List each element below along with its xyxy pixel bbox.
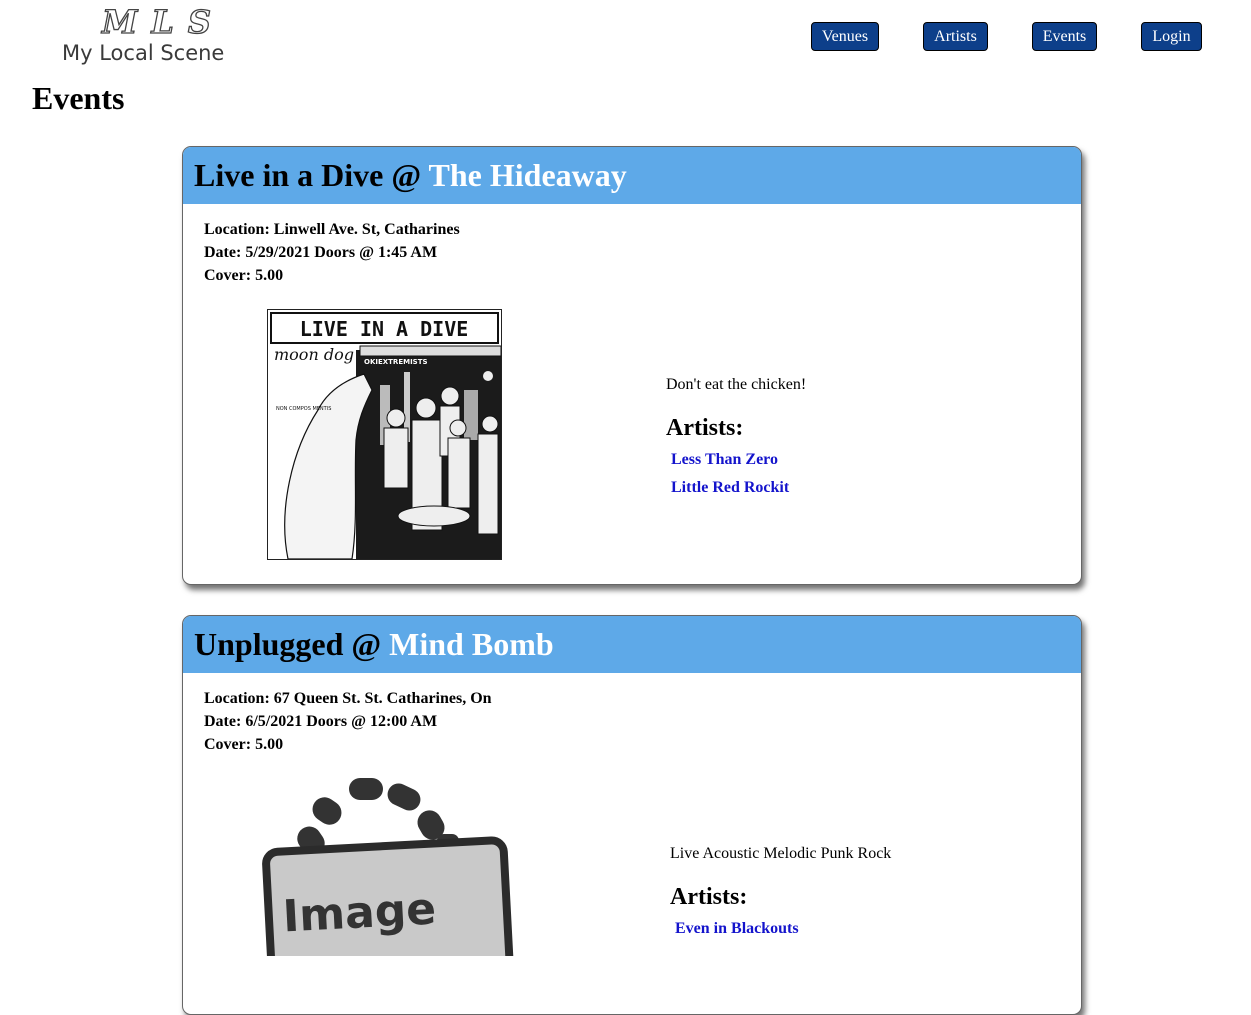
page-title: Events [32, 80, 125, 116]
poster-caption: NON COMPOS MENTIS [276, 406, 331, 412]
artist-link[interactable]: Even in Blackouts [675, 919, 799, 939]
event-card-header: Unplugged @ Mind Bomb [183, 616, 1081, 673]
artists-heading: Artists: [666, 415, 744, 441]
event-card: Live in a Dive @ The Hideaway Location: … [182, 146, 1082, 585]
event-venue-link[interactable]: The Hideaway [429, 157, 627, 193]
event-name: Live in a Dive [194, 157, 384, 193]
poster-band-b: OKIEXTREMISTS [364, 358, 428, 366]
artists-heading: Artists: [670, 884, 748, 910]
event-info: Location: 67 Queen St. St. Catharines, O… [204, 687, 492, 756]
poster-illustration: LIVE IN A DIVE OKIEXTREMISTS moon dog NO… [270, 312, 502, 560]
logo-text: My Local Scene [62, 41, 225, 65]
event-poster-image: LIVE IN A DIVE OKIEXTREMISTS moon dog NO… [267, 309, 502, 560]
nav-venues-button[interactable]: Venues [811, 22, 879, 51]
event-description: Live Acoustic Melodic Punk Rock [670, 845, 892, 862]
artist-link[interactable]: Little Red Rockit [671, 478, 789, 498]
site-logo[interactable]: MLS My Local Scene [62, 3, 232, 66]
event-venue-link[interactable]: Mind Bomb [389, 626, 553, 662]
poster-band-a: moon dog [274, 345, 354, 364]
artist-link[interactable]: Less Than Zero [671, 450, 778, 470]
event-date: Date: 6/5/2021 Doors @ 12:00 AM [204, 713, 438, 730]
event-cover: Cover: 5.00 [204, 267, 284, 284]
event-card: Unplugged @ Mind Bomb Location: 67 Queen… [182, 615, 1082, 1015]
event-card-header: Live in a Dive @ The Hideaway [183, 147, 1081, 204]
event-title: Unplugged @ Mind Bomb [194, 616, 554, 673]
event-name: Unplugged [194, 626, 344, 662]
event-location: Location: 67 Queen St. St. Catharines, O… [204, 690, 492, 707]
event-location: Location: Linwell Ave. St, Catharines [204, 221, 460, 238]
event-at-sign: @ [351, 626, 382, 662]
poster-title: LIVE IN A DIVE [300, 317, 469, 341]
image-placeholder-icon: Image [259, 776, 519, 996]
nav-events-button[interactable]: Events [1032, 22, 1097, 51]
event-title: Live in a Dive @ The Hideaway [194, 147, 627, 204]
event-at-sign: @ [391, 157, 422, 193]
nav-artists-button[interactable]: Artists [923, 22, 988, 51]
nav-login-button[interactable]: Login [1141, 22, 1202, 51]
placeholder-label: Image [282, 884, 438, 943]
event-info: Location: Linwell Ave. St, Catharines Da… [204, 218, 460, 287]
logo-mark: MLS [101, 3, 226, 41]
event-description: Don't eat the chicken! [666, 376, 807, 393]
event-date: Date: 5/29/2021 Doors @ 1:45 AM [204, 244, 438, 261]
event-cover: Cover: 5.00 [204, 736, 284, 753]
